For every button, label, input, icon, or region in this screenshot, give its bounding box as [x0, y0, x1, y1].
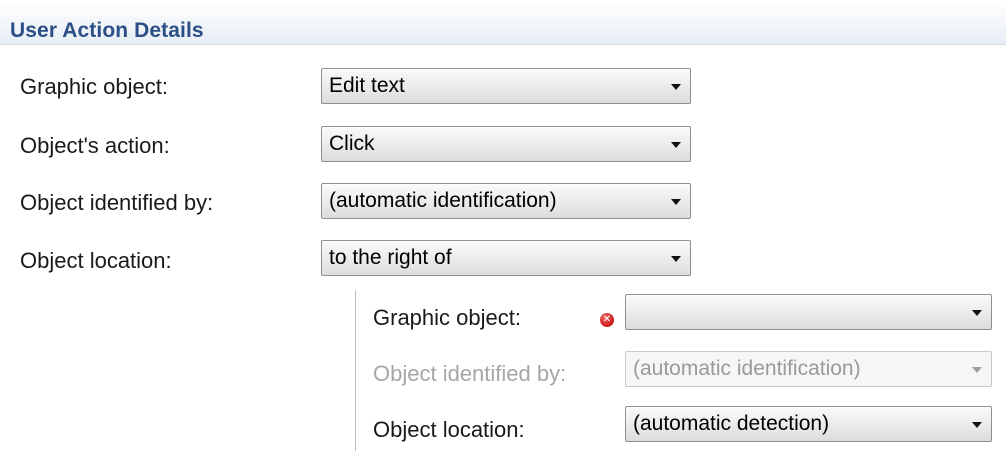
- section-title: User Action Details: [10, 19, 204, 42]
- relative-graphic-object-label: Graphic object:: [373, 305, 521, 330]
- graphic-object-value: Edit text: [329, 74, 405, 97]
- chevron-down-icon: [972, 367, 982, 373]
- identified-by-label: Object identified by:: [20, 190, 214, 215]
- chevron-down-icon: [671, 199, 681, 205]
- identified-by-dropdown[interactable]: (automatic identification): [321, 183, 691, 219]
- section-header: User Action Details: [0, 0, 1006, 45]
- object-location-dropdown[interactable]: to the right of: [321, 240, 691, 276]
- graphic-object-dropdown[interactable]: Edit text: [321, 68, 691, 104]
- relative-object-location-value: (automatic detection): [633, 412, 830, 435]
- relative-identified-by-label: Object identified by:: [373, 361, 567, 386]
- relative-identified-by-dropdown: (automatic identification): [625, 351, 992, 387]
- chevron-down-icon: [671, 256, 681, 262]
- relative-identified-by-value: (automatic identification): [633, 357, 861, 380]
- graphic-object-label: Graphic object:: [20, 74, 168, 99]
- identified-by-value: (automatic identification): [329, 189, 557, 212]
- chevron-down-icon: [671, 84, 681, 90]
- chevron-down-icon: [671, 142, 681, 148]
- tree-connector-line: [355, 290, 356, 451]
- chevron-down-icon: [972, 310, 982, 316]
- object-action-value: Click: [329, 132, 375, 155]
- object-action-label: Object's action:: [20, 133, 170, 158]
- user-action-details-panel: User Action Details Graphic object: Edit…: [0, 0, 1006, 451]
- error-icon: ✕: [600, 313, 614, 327]
- object-location-value: to the right of: [329, 246, 452, 269]
- object-action-dropdown[interactable]: Click: [321, 126, 691, 162]
- chevron-down-icon: [972, 422, 982, 428]
- relative-object-location-dropdown[interactable]: (automatic detection): [625, 406, 992, 442]
- relative-graphic-object-dropdown[interactable]: [625, 294, 992, 330]
- object-location-label: Object location:: [20, 248, 172, 273]
- relative-object-location-label: Object location:: [373, 417, 525, 442]
